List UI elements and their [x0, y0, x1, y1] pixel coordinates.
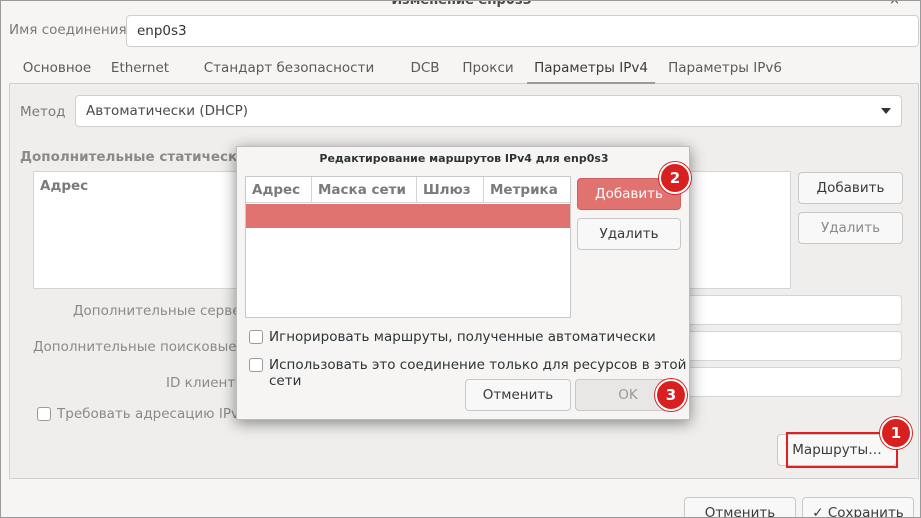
- checkmark-icon: ✓: [812, 505, 824, 518]
- add-address-button[interactable]: Добавить: [798, 172, 903, 204]
- chevron-down-icon: [881, 108, 891, 114]
- method-dropdown[interactable]: Автоматически (DHCP): [75, 95, 902, 127]
- tab-general[interactable]: Основное: [13, 56, 101, 84]
- tab-8021x[interactable]: Стандарт безопасности 802.1x: [185, 56, 393, 100]
- dialog-cancel-button[interactable]: Отменить: [465, 379, 571, 411]
- step-badge-2: 2: [659, 162, 691, 194]
- only-resources-checkbox[interactable]: [249, 358, 263, 372]
- tab-ethernet[interactable]: Ethernet: [107, 56, 173, 84]
- step-badge-3: 3: [655, 379, 687, 411]
- window-title: Изменение enp0s3: [391, 0, 532, 8]
- dns-servers-label: Дополнительные серверы: [73, 303, 260, 319]
- tab-bar: Основное Ethernet Стандарт безопасности …: [9, 56, 919, 100]
- connection-name-label: Имя соединения: [9, 22, 127, 38]
- delete-route-button[interactable]: Удалить: [577, 218, 681, 250]
- require-ipv4-checkbox[interactable]: [37, 407, 51, 421]
- search-domains-label: Дополнительные поисковые до: [33, 339, 259, 355]
- method-value: Автоматически (DHCP): [86, 103, 248, 119]
- save-button[interactable]: ✓ Сохранить: [802, 497, 914, 518]
- routes-table-header: Адрес Маска сети Шлюз Метрика: [246, 177, 570, 203]
- address-column-header: Адрес: [40, 178, 89, 194]
- method-label: Метод: [20, 104, 66, 120]
- column-header-metric[interactable]: Метрика: [484, 177, 570, 203]
- column-header-netmask[interactable]: Маска сети: [312, 177, 417, 203]
- routes-table[interactable]: Адрес Маска сети Шлюз Метрика: [245, 176, 571, 318]
- step-badge-1: 1: [880, 417, 912, 449]
- table-row[interactable]: [246, 204, 570, 228]
- close-icon[interactable]: ×: [889, 1, 900, 8]
- ignore-auto-routes-checkbox[interactable]: [249, 330, 263, 344]
- column-header-address[interactable]: Адрес: [246, 177, 312, 203]
- require-ipv4-label: Требовать адресацию IPv4 д: [57, 406, 262, 422]
- dialog-title: Редактирование маршрутов IPv4 для enp0s3: [319, 152, 609, 165]
- column-header-gateway[interactable]: Шлюз: [417, 177, 484, 203]
- connection-name-input[interactable]: enp0s3: [126, 15, 919, 47]
- tab-ipv4[interactable]: Параметры IPv4: [527, 56, 655, 84]
- static-addresses-title: Дополнительные статические: [20, 149, 256, 165]
- client-id-label: ID клиента: [166, 375, 244, 391]
- save-button-label: Сохранить: [827, 505, 904, 518]
- cancel-button[interactable]: Отменить: [684, 497, 796, 517]
- tab-ipv6[interactable]: Параметры IPv6: [661, 56, 789, 84]
- tab-dcb[interactable]: DCB: [405, 56, 445, 84]
- delete-address-button[interactable]: Удалить: [798, 212, 903, 244]
- edit-routes-dialog: Редактирование маршрутов IPv4 для enp0s3…: [236, 146, 691, 420]
- tab-proxy[interactable]: Прокси: [457, 56, 519, 84]
- ignore-auto-routes-label: Игнорировать маршруты, полученные автома…: [269, 329, 656, 345]
